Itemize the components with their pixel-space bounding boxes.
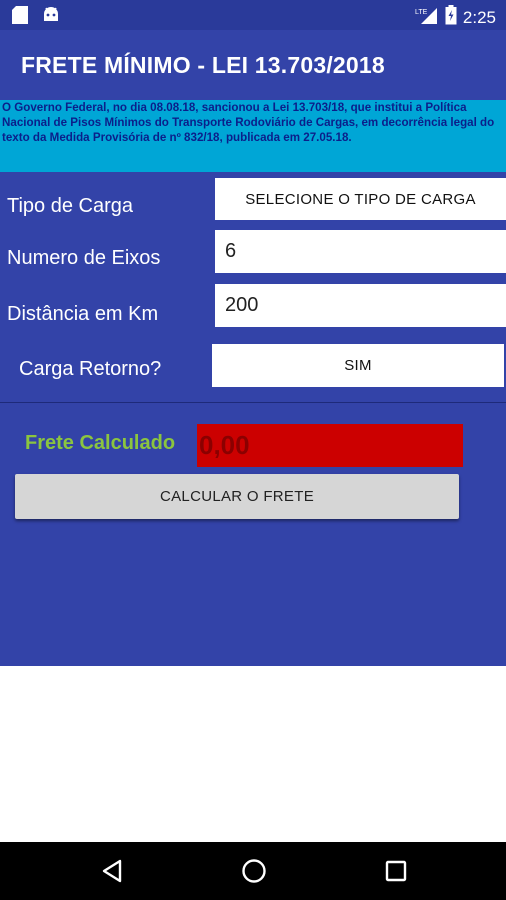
android-icon [42,6,60,29]
frete-calculado-value: 0,00 [197,424,463,467]
signal-icon: LTE [415,6,439,29]
app-title: FRETE MÍNIMO - LEI 13.703/2018 [21,52,385,78]
svg-text:LTE: LTE [415,9,428,16]
form-area: Tipo de Carga SELECIONE O TIPO DE CARGA … [0,172,506,666]
distancia-label: Distância em Km [7,303,159,325]
sd-card-icon [12,6,28,29]
divider [0,402,506,403]
eixos-input[interactable]: 6 [215,230,506,273]
recents-icon[interactable] [381,856,411,886]
back-icon[interactable] [97,856,127,886]
app-bar: FRETE MÍNIMO - LEI 13.703/2018 [0,30,506,100]
status-bar: LTE 2:25 [0,0,506,30]
battery-icon [445,5,457,30]
home-icon[interactable] [239,856,269,886]
frete-calculado-label: Frete Calculado [25,432,176,454]
clock: 2:25 [462,7,496,27]
tipo-carga-label: Tipo de Carga [7,195,133,217]
distancia-input[interactable]: 200 [215,284,506,327]
retorno-label: Carga Retorno? [19,358,162,380]
eixos-label: Numero de Eixos [7,247,161,269]
calcular-frete-button[interactable]: CALCULAR O FRETE [15,474,459,519]
navigation-bar [0,842,506,900]
info-banner: O Governo Federal, no dia 08.08.18, sanc… [0,100,506,172]
tipo-carga-select[interactable]: SELECIONE O TIPO DE CARGA [215,178,506,220]
retorno-select[interactable]: SIM [212,344,504,387]
